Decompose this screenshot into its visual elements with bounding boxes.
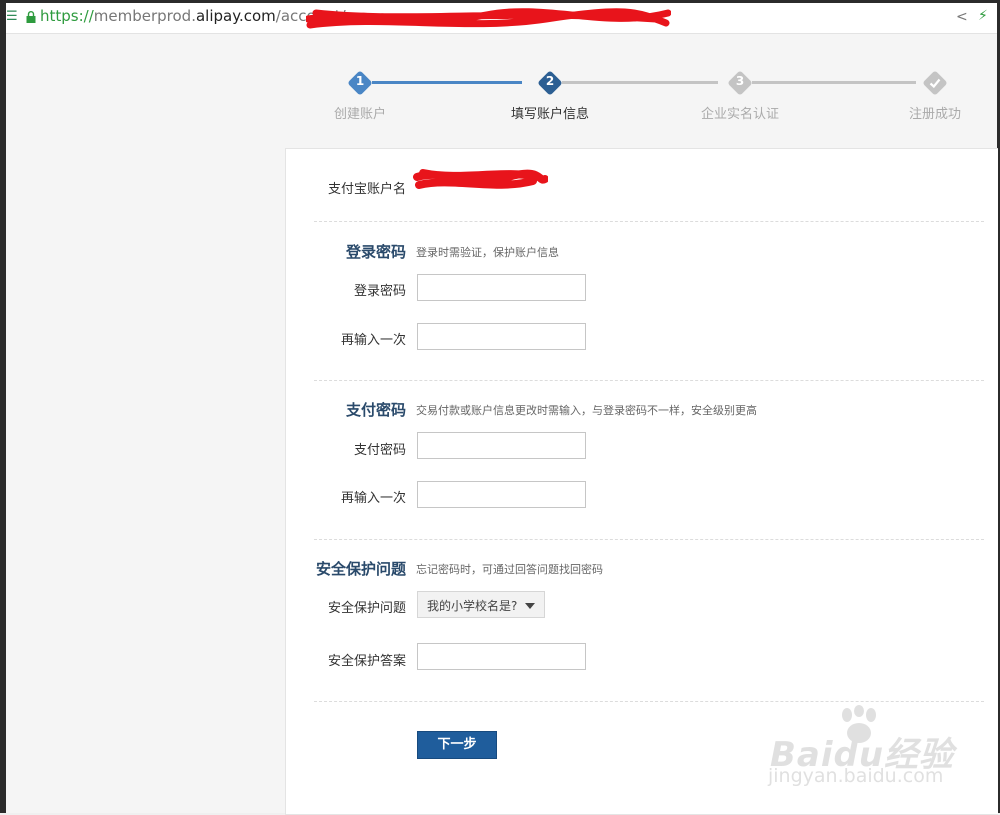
login-password-input[interactable] [417,274,586,301]
checkmark-icon [929,78,941,89]
watermark-site: jingyan.baidu.com [768,765,944,787]
dropdown-caret-icon [525,603,535,609]
url-scheme: https:// [40,7,94,25]
lock-icon [26,11,36,23]
login-password-hint: 登录时需验证，保护账户信息 [416,246,559,259]
lightning-icon[interactable]: ⚡ [978,8,988,24]
step-label-2: 填写账户信息 [511,107,590,122]
payment-password-label: 支付密码 [354,443,407,458]
payment-password-section-title: 支付密码 [346,401,407,419]
browser-address-bar[interactable]: ☰ https://memberprod.alipay.com/account/… [6,3,997,34]
payment-password-confirm-input[interactable] [417,481,586,508]
payment-password-hint: 交易付款或账户信息更改时需输入，与登录密码不一样，安全级别更高 [416,404,757,417]
step-number-2: 2 [545,74,555,88]
login-password-confirm-input[interactable] [417,323,586,350]
step-label-1: 创建账户 [334,107,387,122]
login-password-label: 登录密码 [354,284,407,299]
section-divider [314,701,984,702]
step-node-1: 1 [347,70,373,96]
step-label-3: 企业实名认证 [701,107,780,122]
section-divider [314,539,984,540]
step-connector-3 [752,81,916,84]
section-divider [314,221,984,222]
step-number-3: 3 [735,74,745,88]
url-domain: alipay.com [195,7,276,25]
security-question-hint: 忘记密码时，可通过回答问题找回密码 [416,563,603,576]
security-answer-input[interactable] [417,643,586,670]
next-step-button[interactable]: 下一步 [417,731,497,759]
step-number-1: 1 [355,74,365,88]
step-node-4 [922,70,948,96]
redaction-scribble-url [306,8,671,29]
payment-password-confirm-label: 再输入一次 [341,491,407,506]
step-label-4: 注册成功 [909,107,962,122]
login-password-section-title: 登录密码 [346,243,407,261]
section-divider [314,380,984,381]
menu-icon[interactable]: ☰ [6,9,18,24]
step-node-3: 3 [727,70,753,96]
baidu-jingyan-watermark: Baidu经验 jingyan.baidu.com [758,705,958,795]
url-host-prefix: memberprod. [93,7,196,25]
account-name-label: 支付宝账户名 [328,182,407,197]
security-question-section-title: 安全保护问题 [316,560,407,578]
step-connector-2 [562,81,718,84]
step-node-2: 2 [537,70,563,96]
registration-stepper: 1 2 3 创建账户 填写账户信息 企业实名认证 注册成功 [6,34,997,134]
share-icon[interactable]: < [956,9,968,25]
security-answer-label: 安全保护答案 [328,654,407,669]
login-password-confirm-label: 再输入一次 [341,333,407,348]
security-question-select[interactable]: 我的小学校名是? [417,591,545,618]
page-content: 1 2 3 创建账户 填写账户信息 企业实名认证 注册成功 支付宝账户名 登录密… [6,34,998,815]
security-question-label: 安全保护问题 [328,601,407,616]
redaction-scribble-account-name [413,169,548,189]
security-question-value: 我的小学校名是? [427,599,518,613]
payment-password-input[interactable] [417,432,586,459]
step-connector-1 [372,81,522,84]
